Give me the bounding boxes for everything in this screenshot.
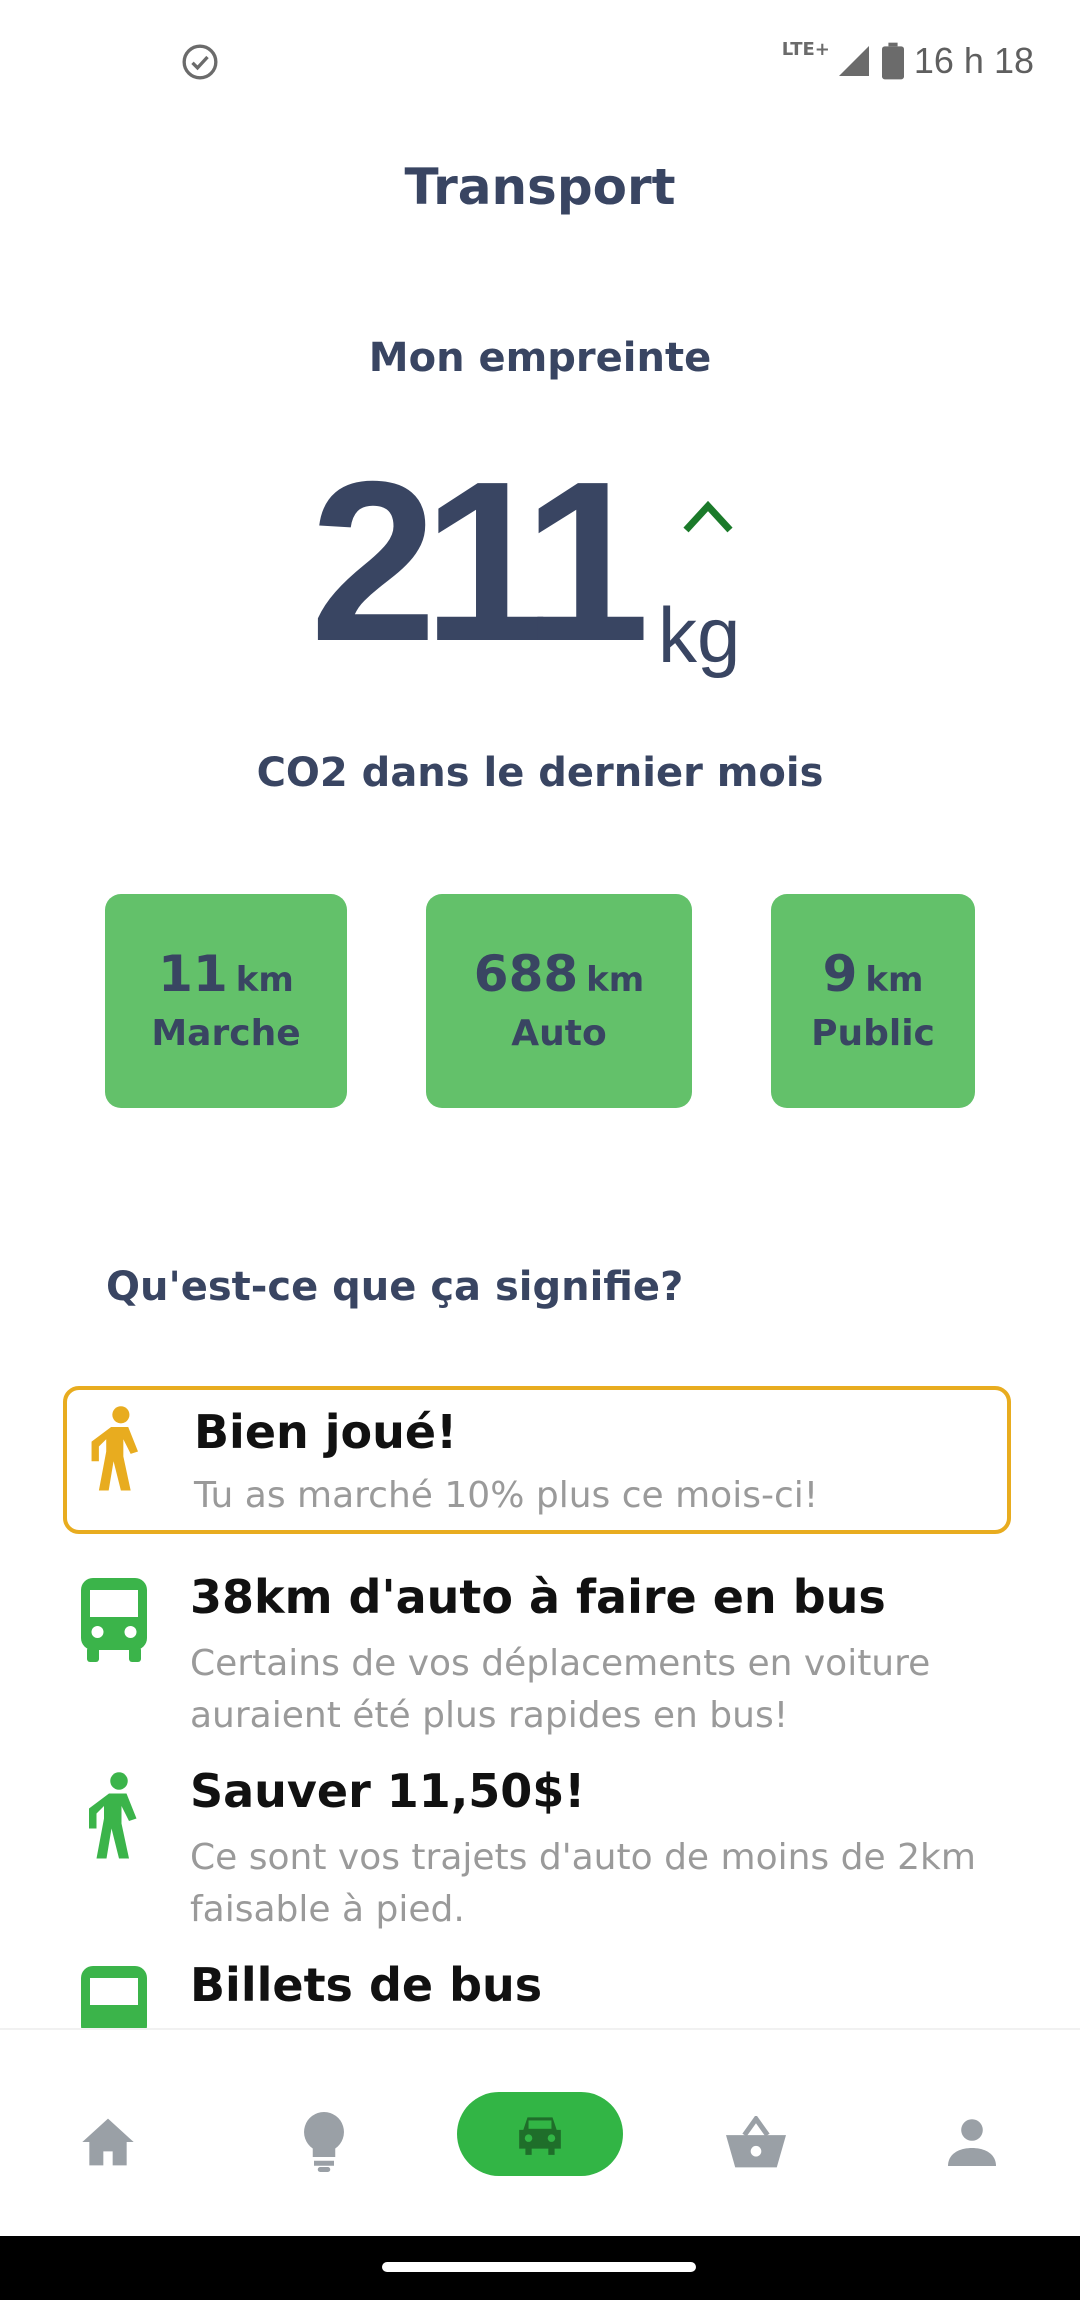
home-icon	[82, 2118, 134, 2166]
nav-shopping[interactable]	[716, 2102, 796, 2182]
nav-home[interactable]	[68, 2102, 148, 2182]
stat-card-walk: 11 km Marche	[105, 894, 347, 1108]
stat-label: Auto	[511, 1012, 607, 1054]
nav-profile[interactable]	[932, 2102, 1012, 2182]
tip-title: Bien joué!	[194, 1405, 458, 1459]
tip-description-line: Ce sont vos trajets d'auto de moins de 2…	[190, 1837, 976, 1878]
footprint-heading: Mon empreinte	[368, 335, 712, 381]
tip-description-line: Certains de vos déplacements en voiture	[190, 1643, 931, 1684]
status-bar-right: LTE+ 16 h 18	[782, 36, 1034, 86]
tip-title: Billets de bus	[190, 1958, 543, 2012]
tip-description-line: auraient été plus rapides en bus!	[190, 1695, 789, 1736]
section-heading: Qu'est-ce que ça signifie?	[106, 1264, 684, 1310]
status-time: 16 h 18	[913, 40, 1034, 81]
nav-transport[interactable]	[457, 2092, 623, 2176]
footprint-unit: kg	[658, 591, 741, 679]
home-gesture-handle[interactable]	[382, 2262, 696, 2272]
car-icon	[519, 2117, 561, 2155]
tip-title: Sauver 11,50$!	[190, 1764, 586, 1818]
lightbulb-icon	[304, 2112, 344, 2172]
stat-value: 688	[473, 944, 579, 1003]
stat-unit: km	[586, 959, 645, 1000]
walking-person-icon	[91, 1406, 138, 1491]
stat-card-car: 688 km Auto	[426, 894, 692, 1108]
tip-description: Tu as marché 10% plus ce mois-ci!	[194, 1475, 819, 1516]
check-circle-icon	[182, 44, 218, 80]
bus-icon	[81, 1578, 147, 1662]
stat-label: Marche	[151, 1012, 301, 1054]
network-type: LTE+	[781, 38, 830, 60]
tip-title: 38km d'auto à faire en bus	[190, 1570, 886, 1624]
bottom-navigation	[0, 2028, 1080, 2238]
stat-value: 9	[822, 944, 858, 1003]
page-title: Transport	[404, 158, 676, 216]
basket-icon	[726, 2116, 786, 2168]
nav-tips[interactable]	[284, 2102, 364, 2182]
tip-description-line: faisable à pied.	[190, 1889, 465, 1930]
stat-label: Public	[811, 1012, 935, 1054]
footprint-value: 211	[310, 435, 650, 689]
stat-card-public: 9 km Public	[771, 894, 975, 1108]
walking-person-icon	[89, 1772, 137, 1859]
signal-icon	[838, 46, 869, 76]
stat-value: 11	[158, 944, 228, 1003]
profile-icon	[948, 2119, 996, 2166]
battery-icon	[881, 42, 904, 80]
footprint-caption: CO2 dans le dernier mois	[256, 750, 824, 796]
stat-unit: km	[865, 959, 924, 1000]
trend-up-icon	[683, 500, 733, 533]
stat-unit: km	[235, 959, 294, 1000]
